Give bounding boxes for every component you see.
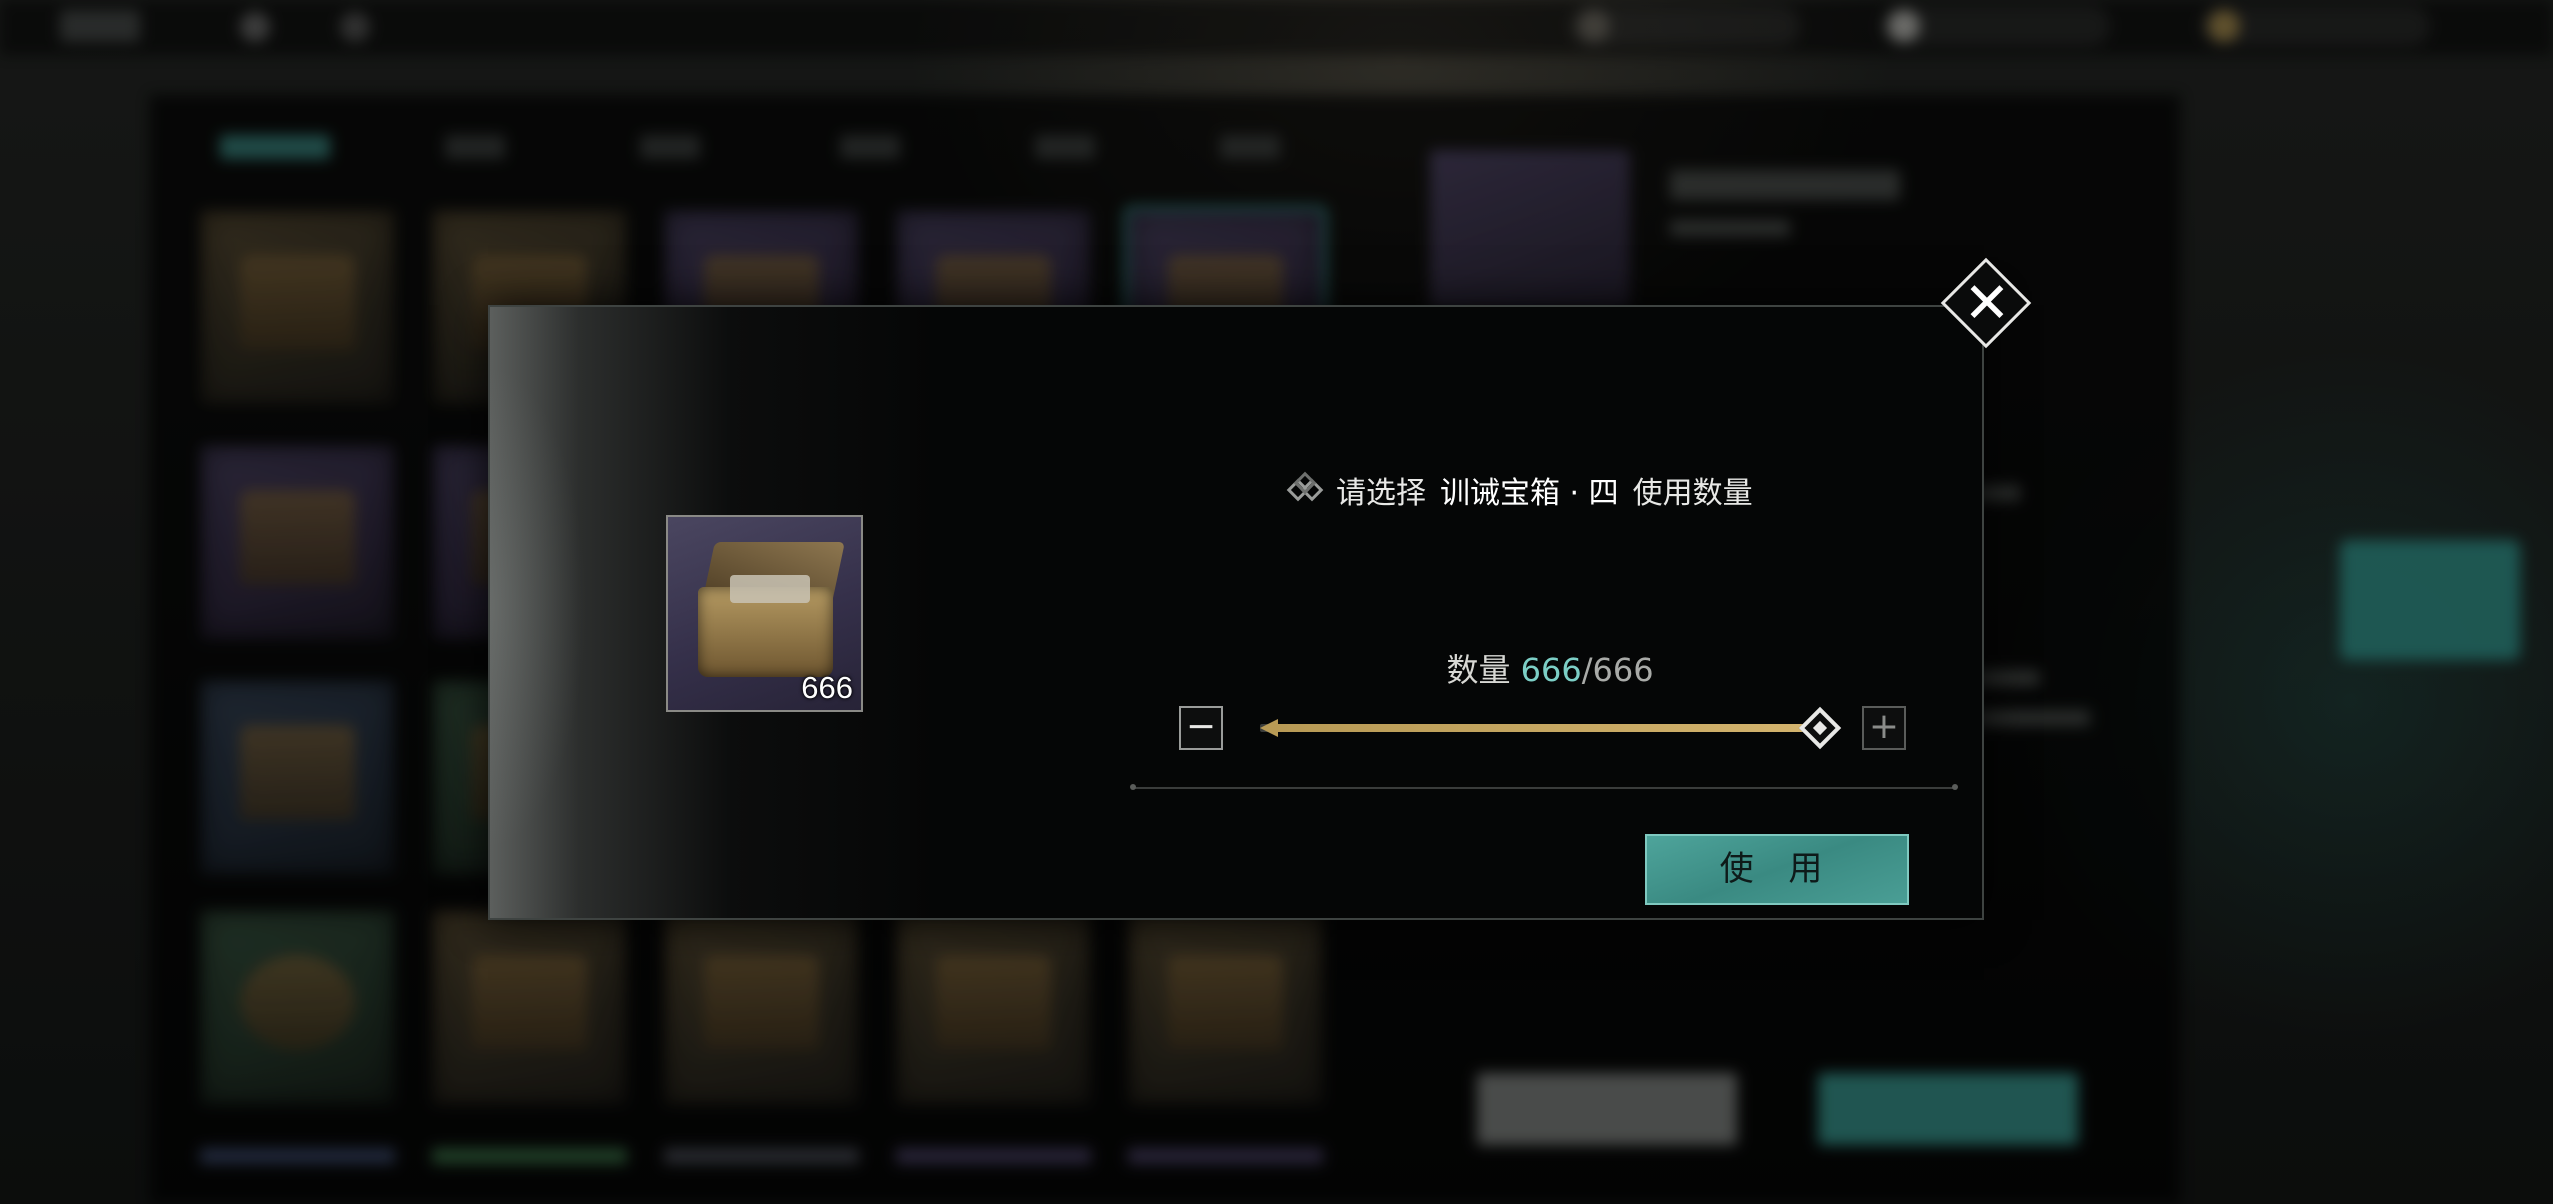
plus-icon: + [1868,706,1900,747]
quantity-separator: / [1581,651,1593,689]
item-slot: 666 [666,515,863,712]
game-screen: ✕ 666 请选择 训诫宝箱 · 四 使用数量 数量 666/666 − + 使… [0,0,2553,1204]
dialog-divider [1130,784,1958,790]
close-button[interactable]: ✕ [1937,254,2037,354]
prompt-prefix: 请选择 [1336,476,1426,511]
use-button[interactable]: 使 用 [1645,834,1909,905]
slider-start-arrow-icon [1260,719,1278,737]
item-count: 666 [801,670,853,705]
decrease-button[interactable]: − [1179,706,1223,750]
diamond-ornament-icon [1286,471,1324,507]
item-name: 训诫宝箱 · 四 [1440,476,1619,511]
minus-icon: − [1185,706,1217,747]
quantity-readout: 数量 666/666 [1400,645,1700,691]
dialog-prompt: 请选择 训诫宝箱 · 四 使用数量 [1286,465,1753,515]
quantity-max: 666 [1592,651,1654,689]
chest-contents [730,575,810,603]
increase-button[interactable]: + [1862,706,1906,750]
prompt-suffix: 使用数量 [1632,476,1753,511]
quantity-current: 666 [1520,651,1582,689]
close-icon: ✕ [1963,271,2011,336]
quantity-label: 数量 [1446,651,1511,689]
slider-fill [1276,724,1820,732]
quantity-slider[interactable] [1260,718,1820,738]
